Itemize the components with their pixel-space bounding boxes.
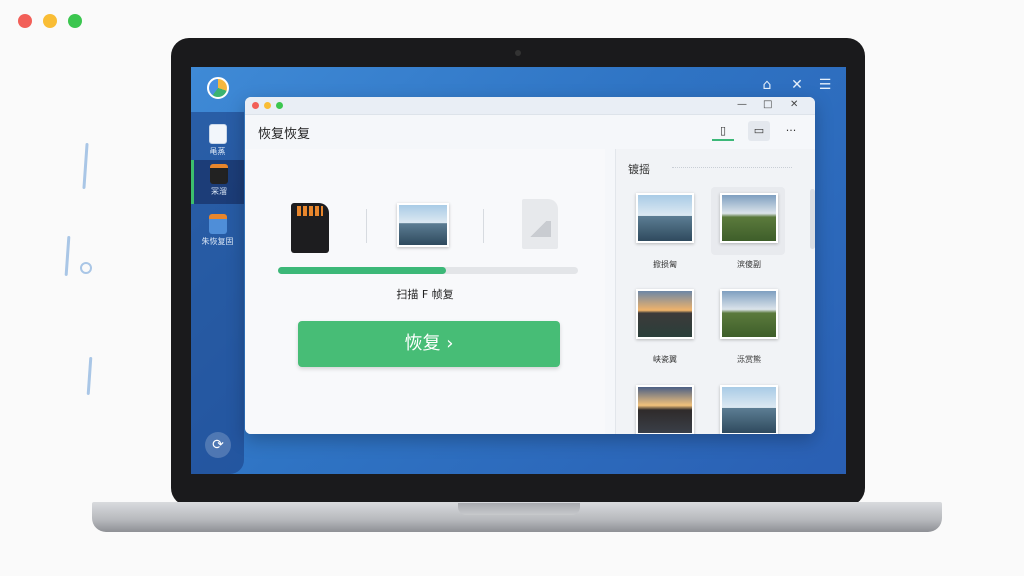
document-icon[interactable]: ▯ [712,121,734,141]
thumbnail[interactable] [636,193,694,243]
dialog-maximize-dot[interactable] [276,102,283,109]
thumbnail[interactable] [636,289,694,339]
sidebar-item-label: 黾蒸 [209,147,226,156]
dialog-minimize-button[interactable]: — [737,99,747,110]
close-icon[interactable]: ✕ [787,75,807,95]
sd-card-icon [210,164,228,184]
dialog-title: 恢复恢复 [258,127,311,142]
laptop-screen: ⌂ ✕ ☰ 黾蒸 冞溜 朱恢复固 ⟳ — □ ✕ 恢复恢复 ▯ ▭ ··· 扫描… [191,67,846,474]
ghost-image-file-icon [522,199,558,249]
maximize-window-button[interactable] [68,14,82,28]
decor-stroke [64,235,71,277]
thumbnail-caption: 掀损匐 [653,260,677,269]
scan-pane: 扫描 F 帧复 恢复 › [245,149,605,434]
dialog-minimize-dot[interactable] [264,102,271,109]
decor-stroke [86,356,93,396]
divider [672,167,792,168]
thumbnail[interactable] [636,385,694,434]
laptop-notch [458,503,580,515]
stage: ⌂ ✕ ☰ 黾蒸 冞溜 朱恢复固 ⟳ — □ ✕ 恢复恢复 ▯ ▭ ··· 扫描… [0,0,1024,576]
scan-progress-bar [278,267,578,274]
sidebar-item-recovered[interactable]: 朱恢复固 [191,210,244,254]
minimize-window-button[interactable] [43,14,57,28]
decor-stroke [82,142,89,190]
sidebar-item-label: 朱恢复固 [201,237,234,246]
more-icon[interactable]: ··· [780,121,802,141]
close-window-button[interactable] [18,14,32,28]
sidebar-item-label: 冞溜 [211,187,227,196]
thumbnail-caption: 峡瓷翼 [653,355,677,364]
sd-card-pins [297,206,323,216]
sync-icon[interactable]: ⟳ [205,432,231,458]
camera [515,50,521,56]
decor-ring [80,262,92,274]
sidebar-item-sd-card[interactable]: 冞溜 [191,160,244,204]
thumbnail-caption: 泺赏熊 [737,355,761,364]
folder-icon [208,214,227,234]
recovery-dialog: — □ ✕ 恢复恢复 ▯ ▭ ··· 扫描 F 帧复 恢复 › 镀摇 掀损匐 滨… [245,97,815,434]
thumbnail[interactable] [720,193,778,243]
divider [483,209,484,243]
image-icon[interactable]: ▭ [748,121,770,141]
dialog-close-button[interactable]: ✕ [790,99,798,110]
sd-card-icon [291,203,329,253]
scrollbar[interactable] [810,189,815,249]
thumbnail-caption: 滨傻副 [737,260,761,269]
scan-progress-fill [278,267,446,274]
dialog-titlebar: — □ ✕ [245,97,815,115]
preview-pane-title: 镀摇 [628,163,650,176]
photo-icon [397,203,449,247]
recover-button[interactable]: 恢复 › [298,321,560,367]
preview-pane: 镀摇 掀损匐 滨傻副 峡瓷翼 泺赏熊 [615,149,815,434]
scan-status-text: 扫描 F 帧复 [396,288,454,301]
dialog-maximize-button[interactable]: □ [763,99,772,110]
dialog-close-dot[interactable] [252,102,259,109]
divider [366,209,367,243]
feedback-icon[interactable]: ⌂ [757,75,777,95]
dialog-header: 恢复恢复 ▯ ▭ ··· [245,115,815,149]
sidebar: 黾蒸 冞溜 朱恢复固 ⟳ [191,112,244,474]
sidebar-item-files[interactable]: 黾蒸 [191,120,244,164]
menu-icon[interactable]: ☰ [815,75,835,95]
app-logo-icon [207,77,229,99]
thumbnail[interactable] [720,289,778,339]
thumbnail[interactable] [720,385,778,434]
file-icon [208,124,227,144]
